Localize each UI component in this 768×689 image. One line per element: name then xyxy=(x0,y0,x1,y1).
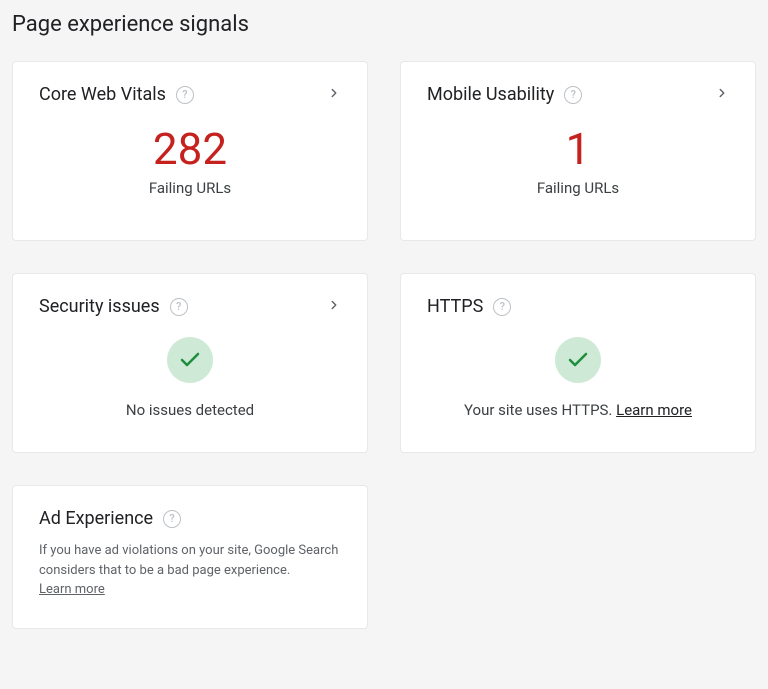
learn-more-link[interactable]: Learn more xyxy=(616,401,692,419)
ad-experience-card: Ad Experience ? If you have ad violation… xyxy=(12,485,368,629)
card-title: HTTPS xyxy=(427,296,483,317)
card-title: Security issues xyxy=(39,296,160,317)
card-title: Mobile Usability xyxy=(427,84,554,105)
status-text: Your site uses HTTPS. Learn more xyxy=(427,401,729,419)
check-icon xyxy=(167,337,213,383)
card-body: 1 Failing URLs xyxy=(427,125,729,197)
chevron-right-icon xyxy=(715,85,729,104)
card-body: No issues detected xyxy=(39,337,341,419)
help-icon[interactable]: ? xyxy=(163,510,181,528)
card-body: Your site uses HTTPS. Learn more xyxy=(427,337,729,419)
check-icon xyxy=(555,337,601,383)
card-header: Security issues ? xyxy=(39,296,341,317)
card-title: Core Web Vitals xyxy=(39,84,166,105)
failing-urls-count: 1 xyxy=(427,125,729,173)
card-title: Ad Experience xyxy=(39,508,153,529)
card-header: Ad Experience ? xyxy=(39,508,341,529)
status-text: No issues detected xyxy=(39,401,341,419)
help-icon[interactable]: ? xyxy=(493,298,511,316)
help-icon[interactable]: ? xyxy=(170,298,188,316)
core-web-vitals-card[interactable]: Core Web Vitals ? 282 Failing URLs xyxy=(12,61,368,241)
card-header-left: Ad Experience ? xyxy=(39,508,181,529)
card-header: Core Web Vitals ? xyxy=(39,84,341,105)
page-title: Page experience signals xyxy=(12,12,756,37)
card-body: 282 Failing URLs xyxy=(39,125,341,197)
https-card: HTTPS ? Your site uses HTTPS. Learn more xyxy=(400,273,756,453)
card-header-left: Mobile Usability ? xyxy=(427,84,582,105)
ad-description: If you have ad violations on your site, … xyxy=(39,541,341,600)
failing-urls-label: Failing URLs xyxy=(39,179,341,197)
card-header-left: HTTPS ? xyxy=(427,296,511,317)
ad-description-text: If you have ad violations on your site, … xyxy=(39,543,338,578)
cards-grid: Core Web Vitals ? 282 Failing URLs Mobil… xyxy=(12,61,756,629)
card-header: HTTPS ? xyxy=(427,296,729,317)
mobile-usability-card[interactable]: Mobile Usability ? 1 Failing URLs xyxy=(400,61,756,241)
help-icon[interactable]: ? xyxy=(564,86,582,104)
chevron-right-icon xyxy=(327,297,341,316)
card-header-left: Core Web Vitals ? xyxy=(39,84,194,105)
failing-urls-label: Failing URLs xyxy=(427,179,729,197)
help-icon[interactable]: ? xyxy=(176,86,194,104)
card-header-left: Security issues ? xyxy=(39,296,188,317)
learn-more-link[interactable]: Learn more xyxy=(39,582,105,597)
security-issues-card[interactable]: Security issues ? No issues detected xyxy=(12,273,368,453)
card-header: Mobile Usability ? xyxy=(427,84,729,105)
chevron-right-icon xyxy=(327,85,341,104)
failing-urls-count: 282 xyxy=(39,125,341,173)
https-status-prefix: Your site uses HTTPS. xyxy=(464,401,616,419)
